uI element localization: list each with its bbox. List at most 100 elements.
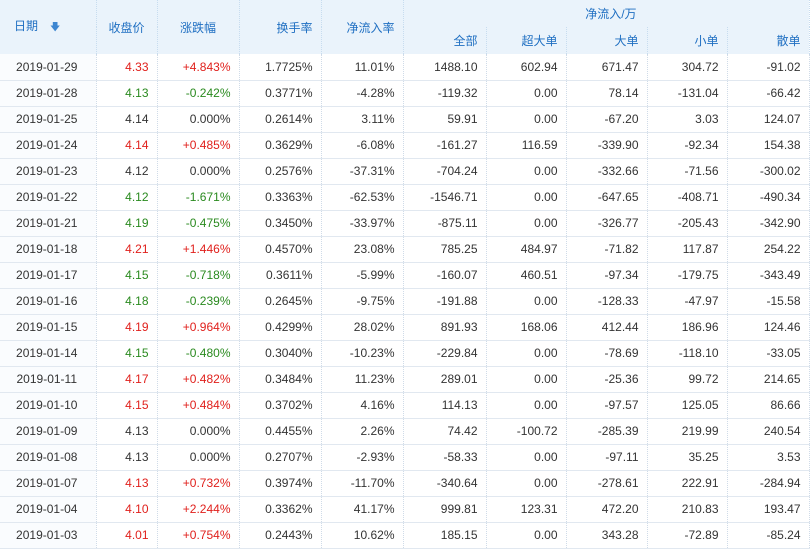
- cell-large: -326.77: [566, 210, 648, 237]
- cell-turnover: 0.3362%: [239, 496, 322, 523]
- cell-close: 4.13: [96, 80, 158, 107]
- column-header-net-inflow-rate[interactable]: 净流入率: [321, 0, 404, 54]
- cell-small: 304.72: [647, 54, 728, 81]
- column-header-total[interactable]: 全部: [403, 27, 487, 54]
- cell-total: -704.24: [403, 158, 487, 185]
- column-group-net-inflow: 净流入/万: [403, 0, 810, 27]
- column-header-super-large[interactable]: 超大单: [486, 27, 567, 54]
- cell-large: -285.39: [566, 418, 648, 445]
- table-row: 2019-01-07 4.13 +0.732% 0.3974% -11.70% -340.…: [0, 470, 810, 497]
- cell-total: 114.13: [403, 392, 487, 419]
- cell-date: 2019-01-18: [0, 236, 97, 263]
- cell-super-large: -100.72: [486, 418, 567, 445]
- cell-close: 4.19: [96, 314, 158, 341]
- cell-turnover: 0.3974%: [239, 470, 322, 497]
- column-header-change[interactable]: 涨跌幅: [157, 0, 240, 54]
- cell-change: -0.475%: [157, 210, 240, 237]
- cell-turnover: 0.3450%: [239, 210, 322, 237]
- cell-super-large: 0.00: [486, 522, 567, 549]
- cell-change: +1.446%: [157, 236, 240, 263]
- cell-date: 2019-01-04: [0, 496, 97, 523]
- cell-total: -875.11: [403, 210, 487, 237]
- cell-total: 59.91: [403, 106, 487, 133]
- table-row: 2019-01-11 4.17 +0.482% 0.3484% 11.23% 289.01…: [0, 366, 810, 393]
- cell-turnover: 0.2576%: [239, 158, 322, 185]
- sort-down-icon[interactable]: 🡇: [50, 22, 60, 33]
- cell-super-large: 123.31: [486, 496, 567, 523]
- cell-close: 4.14: [96, 132, 158, 159]
- cell-turnover: 0.2614%: [239, 106, 322, 133]
- cell-total: -340.64: [403, 470, 487, 497]
- cell-close: 4.15: [96, 340, 158, 367]
- column-header-date[interactable]: 日期 🡇: [0, 0, 97, 54]
- cell-small: 125.05: [647, 392, 728, 419]
- cell-total: -191.88: [403, 288, 487, 315]
- cell-change: -1.671%: [157, 184, 240, 211]
- cell-retail: 193.47: [727, 496, 810, 523]
- fund-flow-table: 日期 🡇 收盘价 涨跌幅 换手率 净流入率 净流入/万 全部 超大单 大单 小单 …: [0, 0, 810, 549]
- cell-net-inflow-rate: 10.62%: [321, 522, 404, 549]
- cell-super-large: 0.00: [486, 366, 567, 393]
- cell-total: 289.01: [403, 366, 487, 393]
- cell-retail: 3.53: [727, 444, 810, 471]
- table-row: 2019-01-25 4.14 0.000% 0.2614% 3.11% 59.91 0.0…: [0, 106, 810, 133]
- table-row: 2019-01-18 4.21 +1.446% 0.4570% 23.08% 785.25…: [0, 236, 810, 263]
- cell-small: 3.03: [647, 106, 728, 133]
- cell-retail: -33.05: [727, 340, 810, 367]
- cell-net-inflow-rate: -10.23%: [321, 340, 404, 367]
- cell-close: 4.10: [96, 496, 158, 523]
- cell-turnover: 0.2707%: [239, 444, 322, 471]
- cell-net-inflow-rate: -9.75%: [321, 288, 404, 315]
- header-net-inflow-group-label: 净流入/万: [585, 7, 637, 21]
- cell-small: 222.91: [647, 470, 728, 497]
- cell-change: 0.000%: [157, 418, 240, 445]
- cell-change: +2.244%: [157, 496, 240, 523]
- cell-date: 2019-01-21: [0, 210, 97, 237]
- column-header-turnover[interactable]: 换手率: [239, 0, 322, 54]
- cell-small: 219.99: [647, 418, 728, 445]
- table-row: 2019-01-22 4.12 -1.671% 0.3363% -62.53% -1546…: [0, 184, 810, 211]
- column-header-small[interactable]: 小单: [647, 27, 728, 54]
- cell-retail: -66.42: [727, 80, 810, 107]
- cell-date: 2019-01-11: [0, 366, 97, 393]
- cell-net-inflow-rate: -37.31%: [321, 158, 404, 185]
- cell-small: 117.87: [647, 236, 728, 263]
- table-row: 2019-01-10 4.15 +0.484% 0.3702% 4.16% 114.13 0…: [0, 392, 810, 419]
- cell-total: 185.15: [403, 522, 487, 549]
- cell-small: -205.43: [647, 210, 728, 237]
- cell-large: -78.69: [566, 340, 648, 367]
- cell-net-inflow-rate: -4.28%: [321, 80, 404, 107]
- cell-retail: -490.34: [727, 184, 810, 211]
- cell-retail: 240.54: [727, 418, 810, 445]
- cell-change: +0.732%: [157, 470, 240, 497]
- cell-retail: -85.24: [727, 522, 810, 549]
- cell-net-inflow-rate: -5.99%: [321, 262, 404, 289]
- table-row: 2019-01-21 4.19 -0.475% 0.3450% -33.97% -875.…: [0, 210, 810, 237]
- cell-net-inflow-rate: 23.08%: [321, 236, 404, 263]
- column-header-retail[interactable]: 散单: [727, 27, 810, 54]
- header-total-label: 全部: [453, 34, 478, 48]
- cell-retail: 214.65: [727, 366, 810, 393]
- cell-date: 2019-01-17: [0, 262, 97, 289]
- cell-turnover: 0.4299%: [239, 314, 322, 341]
- cell-turnover: 0.2645%: [239, 288, 322, 315]
- cell-date: 2019-01-25: [0, 106, 97, 133]
- cell-date: 2019-01-28: [0, 80, 97, 107]
- cell-small: -179.75: [647, 262, 728, 289]
- cell-small: 35.25: [647, 444, 728, 471]
- table-row: 2019-01-08 4.13 0.000% 0.2707% -2.93% -58.33 0…: [0, 444, 810, 471]
- cell-super-large: 0.00: [486, 444, 567, 471]
- cell-net-inflow-rate: -6.08%: [321, 132, 404, 159]
- cell-net-inflow-rate: 41.17%: [321, 496, 404, 523]
- table-row: 2019-01-04 4.10 +2.244% 0.3362% 41.17% 999.81…: [0, 496, 810, 523]
- cell-turnover: 0.3040%: [239, 340, 322, 367]
- cell-total: 891.93: [403, 314, 487, 341]
- cell-total: 999.81: [403, 496, 487, 523]
- cell-close: 4.13: [96, 470, 158, 497]
- cell-date: 2019-01-09: [0, 418, 97, 445]
- cell-turnover: 0.2443%: [239, 522, 322, 549]
- column-header-close[interactable]: 收盘价: [96, 0, 158, 54]
- cell-total: 785.25: [403, 236, 487, 263]
- cell-total: -160.07: [403, 262, 487, 289]
- column-header-large[interactable]: 大单: [566, 27, 648, 54]
